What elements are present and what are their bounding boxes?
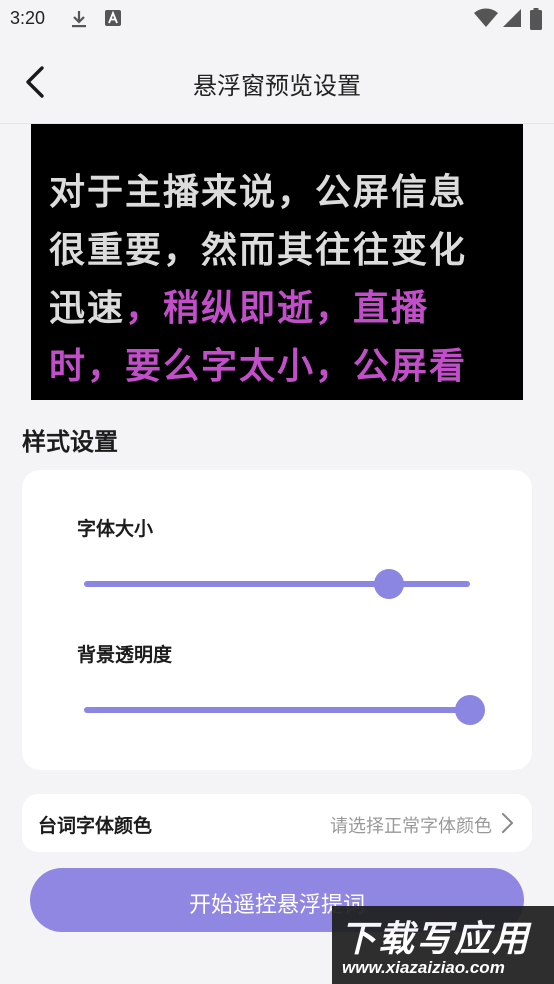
style-section-title: 样式设置 (22, 428, 118, 456)
font-size-thumb[interactable] (373, 569, 404, 599)
bg-opacity-track (84, 707, 470, 713)
watermark-logo: 下载写应用 www.xiazaiziao.com (332, 906, 554, 984)
preview-text: 对于主播来说，公屏信息 很重要，然而其往往变化 迅速，稍纵即逝，直播 时，要么字… (49, 164, 499, 396)
chevron-right-icon (500, 812, 514, 838)
line-color-value: 请选择正常字体颜色 (330, 816, 492, 837)
bg-opacity-slider[interactable] (84, 695, 485, 725)
signal-icon (502, 8, 522, 32)
preview-line-4: 时，要么字太小，公屏看 (49, 346, 468, 387)
battery-icon (530, 8, 542, 34)
float-window-preview: 对于主播来说，公屏信息 很重要，然而其往往变化 迅速，稍纵即逝，直播 时，要么字… (31, 124, 523, 400)
preview-line-1: 对于主播来说，公屏信息 (49, 172, 468, 213)
watermark-url: www.xiazaiziao.com (342, 958, 505, 977)
bg-opacity-label: 背景透明度 (77, 644, 173, 666)
a-letter-icon (104, 9, 122, 31)
line-color-row[interactable]: 台词字体颜色 请选择正常字体颜色 (22, 794, 532, 852)
download-icon (70, 9, 88, 33)
watermark-main-text: 下载写应用 (340, 919, 531, 960)
bg-opacity-thumb[interactable] (455, 695, 485, 725)
style-settings-card: 字体大小 背景透明度 (22, 470, 532, 770)
font-size-slider[interactable] (84, 569, 470, 599)
font-size-label: 字体大小 (77, 518, 154, 540)
page-title: 悬浮窗预览设置 (193, 72, 361, 100)
preview-line-3-highlight: ，稍纵即逝，直播 (125, 288, 430, 329)
status-bar: 3:20 (0, 0, 554, 40)
status-time: 3:20 (10, 8, 46, 28)
wifi-icon (474, 8, 498, 32)
preview-line-3-normal: 迅速 (49, 288, 126, 329)
preview-line-3: 迅速，稍纵即逝，直播 (49, 280, 499, 338)
app-bar: 悬浮窗预览设置 (0, 40, 554, 124)
preview-line-2: 很重要，然而其往往变化 (49, 230, 468, 271)
font-size-track (84, 581, 470, 587)
line-color-label: 台词字体颜色 (38, 815, 153, 837)
